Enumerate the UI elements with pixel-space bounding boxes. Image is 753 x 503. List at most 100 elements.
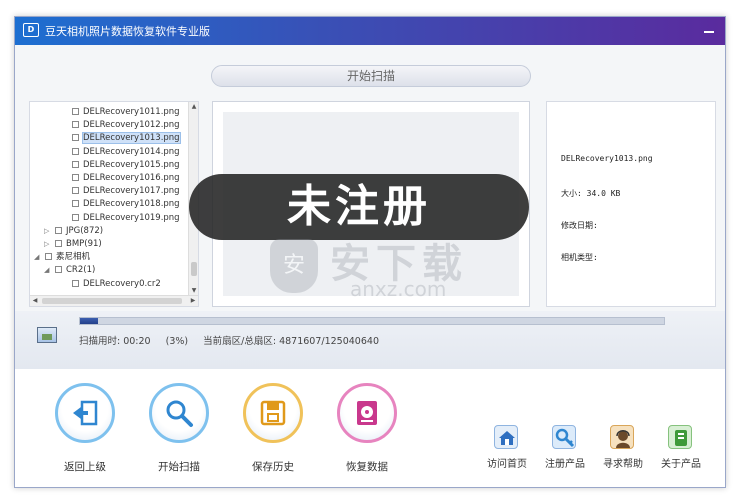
- tree-row-label: DELRecovery1011.png: [83, 107, 180, 117]
- save-history-button[interactable]: 保存历史: [231, 383, 311, 483]
- key-icon: [552, 425, 576, 449]
- home-icon: [494, 425, 518, 449]
- sector-progress: 当前扇区/总扇区: 4871607/125040640: [203, 336, 379, 347]
- progress-area: 扫描用时: 00:20 (3%) 当前扇区/总扇区: 4871607/12504…: [15, 311, 725, 369]
- tree-checkbox[interactable]: [72, 187, 79, 195]
- tree-row-label: DELRecovery1017.png: [83, 186, 180, 197]
- tree-row-label: DELRecovery1014.png: [83, 146, 180, 157]
- tree-checkbox[interactable]: [55, 266, 62, 274]
- tree-checkbox[interactable]: [55, 240, 62, 247]
- about-label: 关于产品: [661, 459, 701, 470]
- visit-home-label: 访问首页: [487, 459, 527, 470]
- tree-row[interactable]: DELRecovery1014.png: [72, 146, 180, 159]
- action-bar: 返回上级 开始扫描 保存历史 恢复数据 访问首页 注册产品 寻求帮助 关于产品: [15, 369, 725, 487]
- save-icon: [243, 383, 303, 443]
- back-button[interactable]: 返回上级: [43, 383, 123, 483]
- tree-checkbox[interactable]: [72, 121, 79, 129]
- tree-row[interactable]: ◢ 素尼相机: [34, 251, 90, 264]
- save-history-label: 保存历史: [252, 461, 294, 473]
- info-size: 大小: 34.0 KB: [561, 189, 621, 198]
- tree-horizontal-scrollbar[interactable]: ◀ ▶: [30, 295, 198, 306]
- scrollbar-thumb[interactable]: [191, 262, 197, 276]
- tree-row[interactable]: DELRecovery1016.png: [72, 172, 180, 185]
- tree-row-label: DELRecovery1015.png: [83, 159, 180, 170]
- tree-row[interactable]: DELRecovery1013.png: [72, 132, 181, 145]
- progress-percent: (3%): [165, 336, 189, 347]
- tree-checkbox[interactable]: [72, 174, 79, 181]
- back-label: 返回上级: [64, 461, 106, 473]
- file-info-panel: DELRecovery1013.png 大小: 34.0 KB 修改日期: 相机…: [546, 101, 716, 307]
- tree-row-label: DELRecovery0.cr2: [83, 278, 161, 289]
- tree-row-label: DELRecovery1018.png: [83, 199, 180, 210]
- tree-row[interactable]: ▷ JPG(872): [44, 225, 103, 238]
- scroll-left-icon[interactable]: ◀: [30, 296, 40, 306]
- shield-icon: 安: [270, 239, 318, 293]
- disk-icon: [337, 383, 397, 443]
- expand-toggle-icon[interactable]: ◢: [34, 251, 42, 264]
- tree-row[interactable]: DELRecovery1011.png: [72, 106, 180, 119]
- file-tree[interactable]: DELRecovery1011.png DELRecovery1012.png DE…: [29, 101, 199, 307]
- recover-data-label: 恢复数据: [346, 461, 388, 473]
- support-icon: [610, 425, 634, 449]
- tree-checkbox[interactable]: [72, 108, 79, 115]
- tree-checkbox[interactable]: [72, 200, 79, 208]
- magnifier-icon: [149, 383, 209, 443]
- start-scan-label: 开始扫描: [158, 461, 200, 473]
- scroll-up-icon[interactable]: ▲: [189, 102, 198, 112]
- about-button[interactable]: 关于产品: [651, 425, 711, 475]
- scan-progress-fill: [80, 318, 98, 324]
- about-icon: [668, 425, 692, 449]
- tree-row-label: DELRecovery1012.png: [83, 120, 180, 131]
- tree-row-label: DELRecovery1016.png: [83, 173, 180, 183]
- tree-checkbox[interactable]: [72, 134, 79, 142]
- tree-checkbox[interactable]: [72, 213, 79, 221]
- scroll-right-icon[interactable]: ▶: [188, 296, 198, 306]
- window-title: 豆天相机照片数据恢复软件专业版: [45, 25, 210, 38]
- tree-row[interactable]: DELRecovery1015.png: [72, 159, 180, 172]
- tree-row[interactable]: DELRecovery1018.png: [72, 198, 180, 211]
- app-window: D 豆天相机照片数据恢复软件专业版 开始扫描 DELRecovery1011.p…: [14, 16, 726, 488]
- tree-row[interactable]: ◢ CR2(1): [44, 264, 95, 277]
- tree-checkbox[interactable]: [72, 279, 79, 287]
- scan-header: 开始扫描: [211, 65, 531, 87]
- register-label: 注册产品: [545, 459, 585, 470]
- tree-row-label: CR2(1): [66, 265, 96, 276]
- visit-home-button[interactable]: 访问首页: [477, 425, 537, 475]
- help-label: 寻求帮助: [603, 459, 643, 470]
- expand-toggle-icon[interactable]: ◢: [44, 264, 52, 277]
- tree-row-label: DELRecovery1013.png: [82, 132, 181, 145]
- tree-checkbox[interactable]: [72, 160, 79, 168]
- site-watermark: 安 安下载 anxz.com: [270, 229, 540, 309]
- title-bar[interactable]: D 豆天相机照片数据恢复软件专业版: [15, 17, 725, 45]
- info-camera: 相机类型:: [561, 253, 598, 262]
- expand-toggle-icon[interactable]: ▷: [44, 225, 52, 238]
- tree-row-label: JPG(872): [66, 225, 104, 236]
- tree-row-label: DELRecovery1019.png: [83, 212, 180, 223]
- progress-text: 扫描用时: 00:20 (3%) 当前扇区/总扇区: 4871607/12504…: [79, 333, 391, 347]
- tree-row[interactable]: ▷ BMP(91): [44, 238, 102, 251]
- tree-row-label: BMP(91): [66, 239, 102, 249]
- tree-row[interactable]: DELRecovery0.cr2: [72, 278, 161, 291]
- scrollbar-thumb[interactable]: [42, 298, 182, 304]
- scan-progress-bar: [79, 317, 665, 325]
- tree-row-label: 素尼相机: [56, 252, 91, 263]
- minimize-icon[interactable]: [701, 23, 717, 37]
- recover-data-button[interactable]: 恢复数据: [325, 383, 405, 483]
- tree-row[interactable]: DELRecovery1012.png: [72, 119, 180, 132]
- site-watermark-en: anxz.com: [350, 277, 447, 301]
- tree-checkbox[interactable]: [55, 226, 62, 234]
- elapsed-time: 扫描用时: 00:20: [79, 336, 151, 347]
- app-logo-icon: D: [23, 23, 39, 37]
- info-modified: 修改日期:: [561, 221, 598, 230]
- back-icon: [55, 383, 115, 443]
- register-button[interactable]: 注册产品: [535, 425, 595, 475]
- help-button[interactable]: 寻求帮助: [593, 425, 653, 475]
- tree-checkbox[interactable]: [45, 253, 52, 261]
- tree-checkbox[interactable]: [72, 147, 79, 155]
- expand-toggle-icon[interactable]: ▷: [44, 238, 52, 251]
- tree-row[interactable]: DELRecovery1017.png: [72, 185, 180, 198]
- start-scan-button[interactable]: 开始扫描: [137, 383, 217, 483]
- scan-status-icon: [37, 327, 57, 343]
- tree-row[interactable]: DELRecovery1019.png: [72, 212, 180, 225]
- info-filename: DELRecovery1013.png: [561, 154, 653, 163]
